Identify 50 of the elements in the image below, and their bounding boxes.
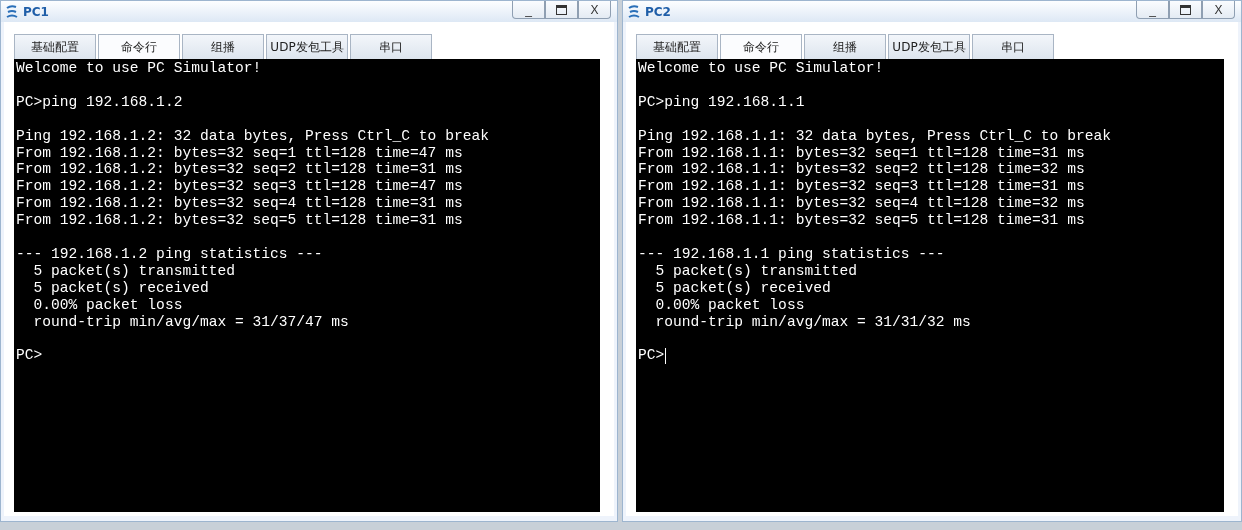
tab[interactable]: 串口 [350,34,432,59]
terminal-line: From 192.168.1.1: bytes=32 seq=4 ttl=128 time=32 ms [638,195,1085,213]
terminal-line: From 192.168.1.1: bytes=32 seq=2 ttl=128 time=32 ms [638,161,1085,179]
terminal-line: From 192.168.1.2: bytes=32 seq=2 ttl=128 time=31 ms [16,161,463,179]
close-button[interactable]: X [1202,1,1235,19]
terminal-line: From 192.168.1.1: bytes=32 seq=5 ttl=128 time=31 ms [638,212,1085,230]
terminal-line: Welcome to use PC Simulator! [638,60,884,77]
tab[interactable]: 命令行 [720,34,802,59]
tab[interactable]: 串口 [972,34,1054,59]
network-icon [5,4,19,19]
terminal-line: From 192.168.1.2: bytes=32 seq=1 ttl=128 time=47 ms [16,144,463,162]
tab[interactable]: 组播 [182,34,264,59]
minimize-button[interactable]: _ [512,1,545,19]
minimize-button[interactable]: _ [1136,1,1169,19]
terminal-line: Ping 192.168.1.2: 32 data bytes, Press Ctrl_C to break [16,127,489,145]
tab[interactable]: UDP发包工具 [266,34,348,59]
terminal-line: 5 packet(s) received [32,279,209,297]
terminal-line: 5 packet(s) transmitted [654,262,857,280]
tab[interactable]: 基础配置 [636,34,718,59]
window-title: PC1 [23,4,49,19]
terminal-line: 5 packet(s) transmitted [32,262,235,280]
terminal-line: From 192.168.1.2: bytes=32 seq=3 ttl=128 time=47 ms [16,178,463,196]
terminal-line: PC>ping 192.168.1.2 [16,93,183,111]
tab[interactable]: 基础配置 [14,34,96,59]
terminal-line: 0.00% packet loss [654,296,805,314]
tab[interactable]: 命令行 [98,34,180,59]
terminal-line: 0.00% packet loss [32,296,183,314]
terminal-line: PC> [638,347,665,365]
terminal-line: Ping 192.168.1.1: 32 data bytes, Press Ctrl_C to break [638,127,1111,145]
maximize-button[interactable] [545,1,578,19]
tab[interactable]: UDP发包工具 [888,34,970,59]
maximize-icon [1180,4,1191,15]
maximize-icon [556,4,567,15]
terminal-line: From 192.168.1.1: bytes=32 seq=1 ttl=128 time=31 ms [638,144,1085,162]
maximize-button[interactable] [1169,1,1202,19]
terminal-line: round-trip min/avg/max = 31/37/47 ms [32,313,349,331]
terminal-line: From 192.168.1.2: bytes=32 seq=5 ttl=128 time=31 ms [16,212,463,230]
terminal-line: Welcome to use PC Simulator! [16,60,262,77]
close-button[interactable]: X [578,1,611,19]
terminal-line: From 192.168.1.2: bytes=32 seq=4 ttl=128 time=31 ms [16,195,463,213]
tab[interactable]: 组播 [804,34,886,59]
terminal-line: round-trip min/avg/max = 31/31/32 ms [654,313,971,331]
network-icon [627,4,641,19]
terminal-line: --- 192.168.1.1 ping statistics --- [638,245,945,263]
terminal-line: PC> [16,347,43,365]
terminal-line: 5 packet(s) received [654,279,831,297]
terminal-line: From 192.168.1.1: bytes=32 seq=3 ttl=128 time=31 ms [638,178,1085,196]
terminal-line: --- 192.168.1.2 ping statistics --- [16,245,323,263]
window-title: PC2 [645,4,671,19]
terminal-line: PC>ping 192.168.1.1 [638,93,805,111]
